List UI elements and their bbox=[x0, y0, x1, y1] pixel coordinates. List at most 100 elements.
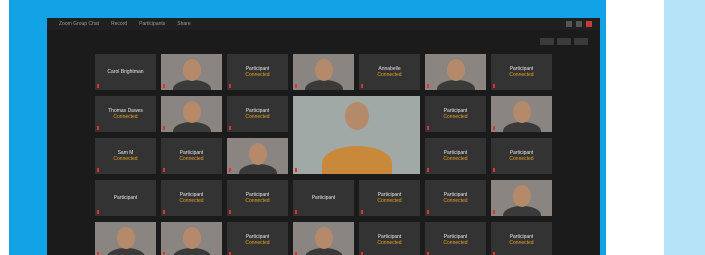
participant-status: Connected bbox=[377, 240, 402, 246]
participant-tile[interactable]: Sam M Connected bbox=[95, 138, 156, 174]
participant-face bbox=[182, 227, 201, 249]
mic-muted-icon bbox=[163, 168, 165, 172]
mic-muted-icon bbox=[493, 168, 495, 172]
mic-muted-icon bbox=[229, 126, 231, 130]
participant-video-tile[interactable] bbox=[491, 96, 552, 132]
participant-tile[interactable]: Participant Connected bbox=[491, 222, 552, 255]
participant-face bbox=[182, 101, 201, 123]
participant-face bbox=[344, 102, 369, 130]
participant-body bbox=[304, 248, 343, 255]
participant-video-tile[interactable] bbox=[95, 222, 156, 255]
participant-status: Connected bbox=[509, 240, 534, 246]
participant-tile[interactable]: Participant Connected bbox=[227, 180, 288, 216]
participant-status: Connected bbox=[377, 72, 402, 78]
maximize-icon[interactable] bbox=[576, 21, 582, 27]
participant-body bbox=[172, 80, 211, 90]
participant-tile[interactable]: Participant Connected bbox=[425, 180, 486, 216]
participant-body bbox=[172, 122, 211, 132]
menu-item[interactable]: Record bbox=[111, 18, 127, 30]
participant-video-tile[interactable] bbox=[293, 222, 354, 255]
mic-muted-icon bbox=[229, 84, 231, 88]
participant-body bbox=[321, 146, 392, 174]
speaker-view-icon[interactable] bbox=[540, 38, 554, 45]
participant-video-tile[interactable] bbox=[161, 96, 222, 132]
participant-tile[interactable]: Participant Connected bbox=[425, 96, 486, 132]
participant-status: Connected bbox=[509, 72, 534, 78]
participant-status: Connected bbox=[443, 114, 468, 120]
participant-body bbox=[502, 206, 541, 216]
participant-status: Connected bbox=[443, 240, 468, 246]
mic-muted-icon bbox=[163, 210, 165, 214]
mic-muted-icon bbox=[361, 84, 363, 88]
menu-bar: Zoom Group Chat Record Participants Shar… bbox=[47, 18, 600, 30]
participant-tile[interactable]: Participant Connected bbox=[359, 222, 420, 255]
participant-status: Connected bbox=[443, 156, 468, 162]
participant-tile[interactable]: Thomas Dawes Connected bbox=[95, 96, 156, 132]
participant-video-tile[interactable] bbox=[161, 222, 222, 255]
participant-tile[interactable]: Participant Connected bbox=[161, 180, 222, 216]
mic-muted-icon bbox=[493, 84, 495, 88]
participant-tile[interactable]: Participant Connected bbox=[491, 54, 552, 90]
participant-status: Connected bbox=[245, 114, 270, 120]
participant-tile[interactable]: Participant Connected bbox=[359, 180, 420, 216]
participant-tile[interactable]: Participant Connected bbox=[227, 54, 288, 90]
participant-video-tile[interactable] bbox=[293, 96, 420, 174]
participant-body bbox=[238, 164, 277, 174]
participant-status: Connected bbox=[113, 114, 138, 120]
participant-body bbox=[304, 80, 343, 90]
participant-body bbox=[436, 80, 475, 90]
mic-muted-icon bbox=[229, 168, 231, 172]
mic-muted-icon bbox=[97, 210, 99, 214]
participant-face bbox=[512, 185, 531, 207]
participant-status: Connected bbox=[245, 198, 270, 204]
participant-status: Connected bbox=[113, 156, 138, 162]
view-buttons bbox=[540, 38, 588, 45]
side-panel bbox=[664, 0, 705, 255]
participant-tile[interactable]: Annabelle Connected bbox=[359, 54, 420, 90]
window-controls bbox=[566, 21, 592, 27]
mic-muted-icon bbox=[163, 84, 165, 88]
menu-item[interactable]: Share bbox=[177, 18, 190, 30]
participant-tile[interactable]: Participant bbox=[95, 180, 156, 216]
mic-muted-icon bbox=[97, 168, 99, 172]
mic-muted-icon bbox=[295, 84, 297, 88]
menu-item[interactable]: Zoom Group Chat bbox=[59, 18, 99, 30]
participant-video-tile[interactable] bbox=[293, 54, 354, 90]
participant-face bbox=[446, 59, 465, 81]
participant-video-tile[interactable] bbox=[425, 54, 486, 90]
participant-tile[interactable]: Participant Connected bbox=[227, 96, 288, 132]
mic-muted-icon bbox=[427, 84, 429, 88]
mic-muted-icon bbox=[97, 84, 99, 88]
close-icon[interactable] bbox=[586, 21, 592, 27]
menu-item[interactable]: Participants bbox=[139, 18, 165, 30]
participant-video-tile[interactable] bbox=[227, 138, 288, 174]
participant-status: Connected bbox=[245, 240, 270, 246]
participant-tile[interactable]: Participant Connected bbox=[425, 138, 486, 174]
participant-tile[interactable]: Participant Connected bbox=[227, 222, 288, 255]
participant-name: Participant bbox=[113, 195, 138, 201]
mic-muted-icon bbox=[163, 126, 165, 130]
participant-tile[interactable]: Participant Connected bbox=[161, 138, 222, 174]
participant-status: Connected bbox=[179, 156, 204, 162]
gallery-view-icon[interactable] bbox=[557, 38, 571, 45]
mic-muted-icon bbox=[295, 168, 297, 172]
participant-tile[interactable]: Participant Connected bbox=[425, 222, 486, 255]
participant-tile[interactable]: Participant Connected bbox=[491, 138, 552, 174]
mic-muted-icon bbox=[427, 126, 429, 130]
mic-muted-icon bbox=[493, 126, 495, 130]
blue-frame: Zoom Group Chat Record Participants Shar… bbox=[9, 0, 606, 255]
mic-muted-icon bbox=[295, 210, 297, 214]
participant-tile[interactable]: Participant bbox=[293, 180, 354, 216]
meeting-window: Zoom Group Chat Record Participants Shar… bbox=[47, 18, 600, 255]
participant-video-tile[interactable] bbox=[161, 54, 222, 90]
participant-status: Connected bbox=[443, 198, 468, 204]
mic-muted-icon bbox=[493, 210, 495, 214]
participant-status: Connected bbox=[509, 156, 534, 162]
minimize-icon[interactable] bbox=[566, 21, 572, 27]
participant-face bbox=[182, 59, 201, 81]
fullscreen-icon[interactable] bbox=[574, 38, 588, 45]
participant-face bbox=[116, 227, 135, 249]
participant-grid: Carol Brightman Participant Connected Annab… bbox=[95, 54, 552, 255]
participant-tile[interactable]: Carol Brightman bbox=[95, 54, 156, 90]
participant-video-tile[interactable] bbox=[491, 180, 552, 216]
